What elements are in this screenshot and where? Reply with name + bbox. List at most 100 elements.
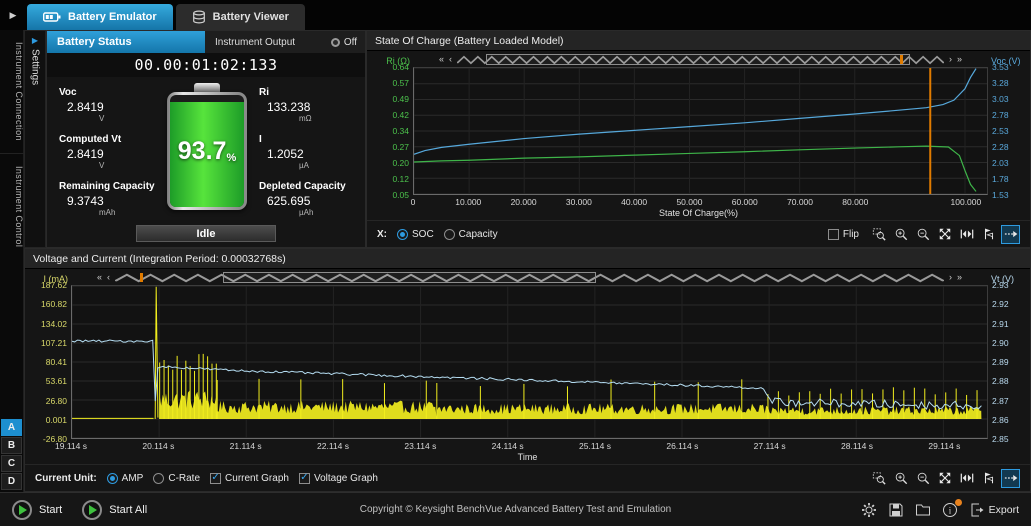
unit-amp-radio[interactable]: AMP xyxy=(107,473,144,484)
output-led-icon xyxy=(331,38,340,47)
fit-horizontal-icon[interactable] xyxy=(957,469,976,488)
autoscale-icon[interactable] xyxy=(1001,469,1020,488)
soc-scrollbar[interactable]: « ‹ › » xyxy=(413,51,988,67)
collapse-panel-arrow-icon[interactable]: ▶ xyxy=(2,10,24,21)
soc-percent: 93.7% xyxy=(167,92,247,210)
copyright-text: Copyright © Keysight BenchVue Advanced B… xyxy=(360,504,671,515)
vi-right-ticks: 2.932.922.912.902.892.882.872.862.85 xyxy=(988,280,1030,444)
channel-b-button[interactable]: B xyxy=(1,437,22,454)
battery-status-title[interactable]: Battery Status xyxy=(47,31,205,53)
app-window: ▶ Battery Emulator Battery Viewer Instru… xyxy=(0,0,1031,526)
elapsed-time: 00.00:01:02:133 xyxy=(47,53,365,77)
pan-icon[interactable] xyxy=(935,469,954,488)
tab-label: Battery Emulator xyxy=(68,11,157,23)
info-button[interactable]: i xyxy=(942,502,958,518)
instrument-output-toggle[interactable]: Off xyxy=(331,37,357,48)
checkbox-icon xyxy=(210,473,221,484)
zoom-region-icon[interactable] xyxy=(869,469,888,488)
settings-gear-button[interactable] xyxy=(861,502,877,518)
vi-scrollbar[interactable]: « ‹ › » xyxy=(71,269,988,285)
soc-right-ticks: 3.533.283.032.782.532.282.031.781.53 xyxy=(988,62,1030,200)
cursor-flags-icon[interactable] xyxy=(979,469,998,488)
tab-battery-emulator[interactable]: Battery Emulator xyxy=(27,4,173,30)
start-button[interactable]: Start xyxy=(12,500,62,520)
remaining-capacity-field: Remaining Capacity 9.3743 mAh xyxy=(59,181,155,217)
tab-battery-viewer[interactable]: Battery Viewer xyxy=(176,4,305,30)
footer-bar: Start Start All Copyright © Keysight Ben… xyxy=(0,492,1031,526)
tab-label: Battery Viewer xyxy=(213,11,289,23)
start-all-button[interactable]: Start All xyxy=(82,500,147,520)
scroll-viewport[interactable] xyxy=(486,54,910,65)
soc-plot-area[interactable] xyxy=(413,67,988,195)
scroll-right-icon[interactable]: › xyxy=(949,54,952,64)
channel-d-button[interactable]: D xyxy=(1,473,22,490)
scroll-left-icon[interactable]: ‹ xyxy=(449,54,452,64)
export-button[interactable]: Export xyxy=(969,502,1019,518)
save-button[interactable] xyxy=(888,502,904,518)
soc-x-axis-label: State Of Charge(%) xyxy=(367,208,1030,220)
database-icon xyxy=(192,10,206,24)
instrument-output-label: Instrument Output xyxy=(215,37,295,48)
battery-status-panel: Battery Status Instrument Output Off 00.… xyxy=(46,30,366,248)
open-folder-button[interactable] xyxy=(915,502,931,518)
zoom-out-icon[interactable] xyxy=(913,469,932,488)
sidebar-item-instrument-connection[interactable]: Instrument Connection xyxy=(0,30,24,153)
notification-badge xyxy=(955,499,962,506)
channel-c-button[interactable]: C xyxy=(1,455,22,472)
scroll-far-right-icon[interactable]: » xyxy=(957,272,962,282)
computed-vt-field: Computed Vt 2.8419 V xyxy=(59,134,155,170)
left-sidebar: Instrument Connection Instrument Control… xyxy=(0,30,24,492)
scroll-viewport[interactable] xyxy=(223,272,596,283)
vi-left-ticks: 187.62160.82134.02107.2180.4153.6126.800… xyxy=(25,280,71,444)
unit-crate-radio[interactable]: C-Rate xyxy=(153,473,200,484)
fit-horizontal-icon[interactable] xyxy=(957,225,976,244)
autoscale-icon[interactable] xyxy=(1001,225,1020,244)
soc-controls: X: SOC Capacity Flip xyxy=(367,220,1030,247)
soc-left-ticks: 0.640.570.490.420.340.270.200.120.05 xyxy=(367,62,413,200)
channel-a-button[interactable]: A xyxy=(1,419,22,436)
vi-panel-title: Voltage and Current (Integration Period:… xyxy=(25,249,1030,269)
x-mode-soc-radio[interactable]: SOC xyxy=(397,229,434,240)
scroll-far-left-icon[interactable]: « xyxy=(439,54,444,64)
scroll-track[interactable] xyxy=(115,272,944,283)
settings-strip[interactable]: ▶ Settings xyxy=(24,30,46,248)
cursor-flags-icon[interactable] xyxy=(979,225,998,244)
current-field: I 1.2052 µA xyxy=(259,134,355,170)
soc-panel-title: State Of Charge (Battery Loaded Model) xyxy=(367,31,1030,51)
current-graph-checkbox[interactable]: Current Graph xyxy=(210,473,289,484)
battery-status-header: Battery Status Instrument Output Off xyxy=(47,31,365,53)
vi-x-axis-label: Time xyxy=(25,452,1030,464)
svg-text:i: i xyxy=(948,505,951,515)
x-mode-capacity-radio[interactable]: Capacity xyxy=(444,229,498,240)
battery-cap xyxy=(194,83,220,92)
scroll-right-icon[interactable]: › xyxy=(949,272,952,282)
state-indicator: Idle xyxy=(136,225,276,242)
sidebar-item-instrument-control[interactable]: Instrument Control xyxy=(0,153,24,259)
soc-toolbar xyxy=(869,225,1020,244)
zoom-out-icon[interactable] xyxy=(913,225,932,244)
zoom-in-icon[interactable] xyxy=(891,225,910,244)
vi-x-ticks: 19.114 s20.114 s21.114 s22.114 s23.114 s… xyxy=(71,439,988,452)
flip-checkbox[interactable]: Flip xyxy=(828,229,859,240)
battery-body: 93.7% xyxy=(167,92,247,210)
battery-icon xyxy=(43,11,61,23)
scroll-left-icon[interactable]: ‹ xyxy=(107,272,110,282)
vi-plot-area[interactable] xyxy=(71,285,988,439)
settings-expand-icon[interactable]: ▶ xyxy=(32,31,38,49)
scroll-far-left-icon[interactable]: « xyxy=(97,272,102,282)
current-unit-label: Current Unit: xyxy=(35,473,97,484)
zoom-in-icon[interactable] xyxy=(891,469,910,488)
voltage-graph-checkbox[interactable]: Voltage Graph xyxy=(299,473,378,484)
radio-icon xyxy=(444,229,455,240)
vi-toolbar xyxy=(869,469,1020,488)
depleted-capacity-field: Depleted Capacity 625.695 µAh xyxy=(259,181,355,217)
soc-chart-panel: State Of Charge (Battery Loaded Model) R… xyxy=(366,30,1031,248)
voc-field: Voc 2.8419 V xyxy=(59,87,155,123)
pan-icon[interactable] xyxy=(935,225,954,244)
ri-field: Ri 133.238 mΩ xyxy=(259,87,355,123)
scroll-far-right-icon[interactable]: » xyxy=(957,54,962,64)
scroll-track[interactable] xyxy=(457,54,944,65)
radio-icon xyxy=(153,473,164,484)
zoom-region-icon[interactable] xyxy=(869,225,888,244)
x-mode-label: X: xyxy=(377,229,387,240)
